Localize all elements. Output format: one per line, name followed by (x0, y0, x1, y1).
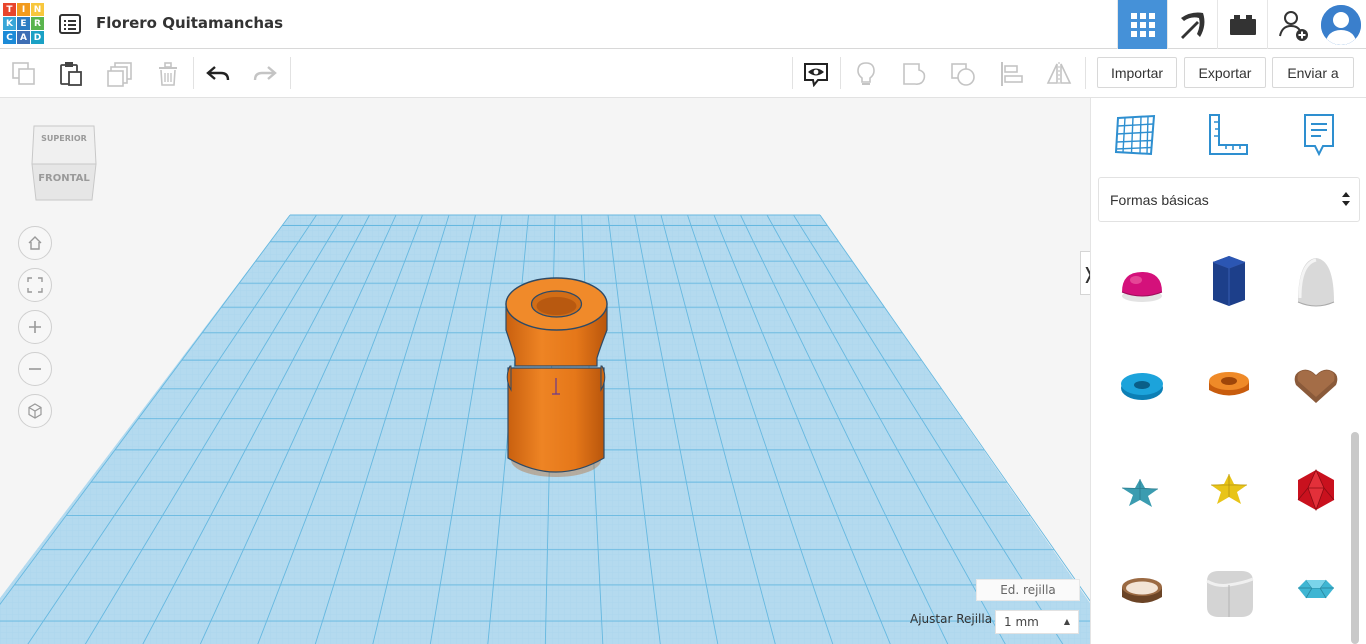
round-roof-shape[interactable] (1199, 563, 1259, 623)
heart-shape[interactable] (1286, 355, 1346, 415)
mirror-icon[interactable] (1046, 61, 1072, 87)
edit-grid-button[interactable]: Ed. rejilla (976, 579, 1080, 601)
paraboloid-shape[interactable] (1286, 252, 1346, 312)
toolbar-divider (193, 57, 194, 89)
logo-letter: I (17, 3, 30, 16)
bricks-view-button[interactable] (1217, 0, 1267, 49)
icosahedron-shape[interactable] (1286, 460, 1346, 520)
vase-object[interactable] (505, 277, 608, 477)
dropdown-arrows-icon (1342, 192, 1350, 206)
zoom-out-button[interactable] (18, 352, 52, 386)
toolbar-divider (1085, 57, 1086, 89)
home-icon (28, 236, 42, 250)
toolbar-divider (792, 57, 793, 89)
bricks-icon (1229, 14, 1256, 35)
3d-viewport[interactable]: SUPERIOR FRONTAL Ed. rejilla Ajustar Rej… (0, 98, 1090, 644)
logo-letter: A (17, 31, 30, 44)
view-cube-top-label[interactable]: SUPERIOR (32, 134, 96, 143)
copy-icon[interactable] (11, 61, 37, 87)
export-button[interactable]: Exportar (1184, 57, 1266, 88)
gem-shape[interactable] (1286, 560, 1346, 620)
logo-letter: D (31, 31, 44, 44)
home-view-button[interactable] (18, 226, 52, 260)
perspective-button[interactable] (18, 394, 52, 428)
group-icon[interactable] (902, 61, 928, 87)
import-button[interactable]: Importar (1097, 57, 1177, 88)
zoom-in-button[interactable] (18, 310, 52, 344)
add-user-icon (1278, 10, 1308, 41)
cube-icon (28, 403, 42, 419)
notes-tool-icon[interactable] (1297, 112, 1341, 158)
toolbar-divider (290, 57, 291, 89)
minus-icon (29, 368, 41, 370)
lightbulb-icon[interactable] (853, 61, 879, 87)
fit-view-icon (27, 277, 43, 293)
profile-avatar-icon[interactable] (1319, 3, 1363, 47)
fit-view-button[interactable] (18, 268, 52, 302)
logo-letter: K (3, 17, 16, 30)
shapes-scrollbar[interactable] (1351, 432, 1359, 644)
undo-icon[interactable] (205, 61, 231, 87)
toolbar-divider (840, 57, 841, 89)
logo-letter: N (31, 3, 44, 16)
tinkercad-app: T I N K E R C A D Florero Quitamanchas I… (0, 0, 1366, 644)
logo-letter: T (3, 3, 16, 16)
torus-shape[interactable] (1112, 355, 1172, 415)
plus-icon (29, 321, 41, 333)
redo-icon[interactable] (252, 61, 278, 87)
delete-icon[interactable] (155, 61, 181, 87)
pickaxe-icon (1180, 12, 1204, 39)
tinkercad-logo[interactable]: T I N K E R C A D (3, 3, 45, 45)
logo-letter: E (17, 17, 30, 30)
star-teal-shape[interactable] (1112, 463, 1172, 523)
align-icon[interactable] (999, 61, 1025, 87)
duplicate-icon[interactable] (107, 61, 133, 87)
snap-grid-label: Ajustar Rejilla (910, 612, 993, 626)
design-list-icon[interactable] (58, 12, 82, 36)
snap-grid-select[interactable]: 1 mm ▲ (995, 610, 1079, 634)
ungroup-icon[interactable] (950, 61, 976, 87)
shape-category-value: Formas básicas (1110, 191, 1209, 208)
ring-shape[interactable] (1112, 563, 1172, 623)
show-all-icon[interactable] (803, 61, 829, 87)
invite-user-button[interactable] (1267, 0, 1317, 49)
logo-letter: C (3, 31, 16, 44)
tube-shape[interactable] (1199, 355, 1259, 415)
workplane-scene (0, 214, 1090, 644)
top-header: T I N K E R C A D Florero Quitamanchas (0, 0, 1366, 49)
send-to-button[interactable]: Enviar a (1272, 57, 1354, 88)
ruler-tool-icon[interactable] (1205, 112, 1249, 158)
view-cube-front-label[interactable]: FRONTAL (32, 173, 96, 184)
polygon-shape[interactable] (1199, 250, 1259, 310)
design-title[interactable]: Florero Quitamanchas (96, 14, 283, 32)
minecraft-view-button[interactable] (1167, 0, 1217, 49)
view-cube[interactable]: SUPERIOR FRONTAL (28, 122, 100, 202)
caret-up-icon: ▲ (1063, 617, 1070, 626)
hemisphere-shape[interactable] (1112, 254, 1172, 314)
logo-letter: R (31, 17, 44, 30)
star-yellow-shape[interactable] (1199, 460, 1259, 520)
edit-toolbar: Importar Exportar Enviar a (0, 49, 1366, 98)
paste-icon[interactable] (58, 61, 84, 87)
grid-view-icon (1130, 12, 1155, 37)
snap-grid-value: 1 mm (1004, 615, 1039, 629)
shape-category-select[interactable]: Formas básicas (1098, 177, 1360, 222)
workplane-tool-icon[interactable] (1113, 112, 1157, 158)
shapes-panel: Formas básicas (1090, 98, 1366, 644)
grid-view-button[interactable] (1117, 0, 1167, 49)
